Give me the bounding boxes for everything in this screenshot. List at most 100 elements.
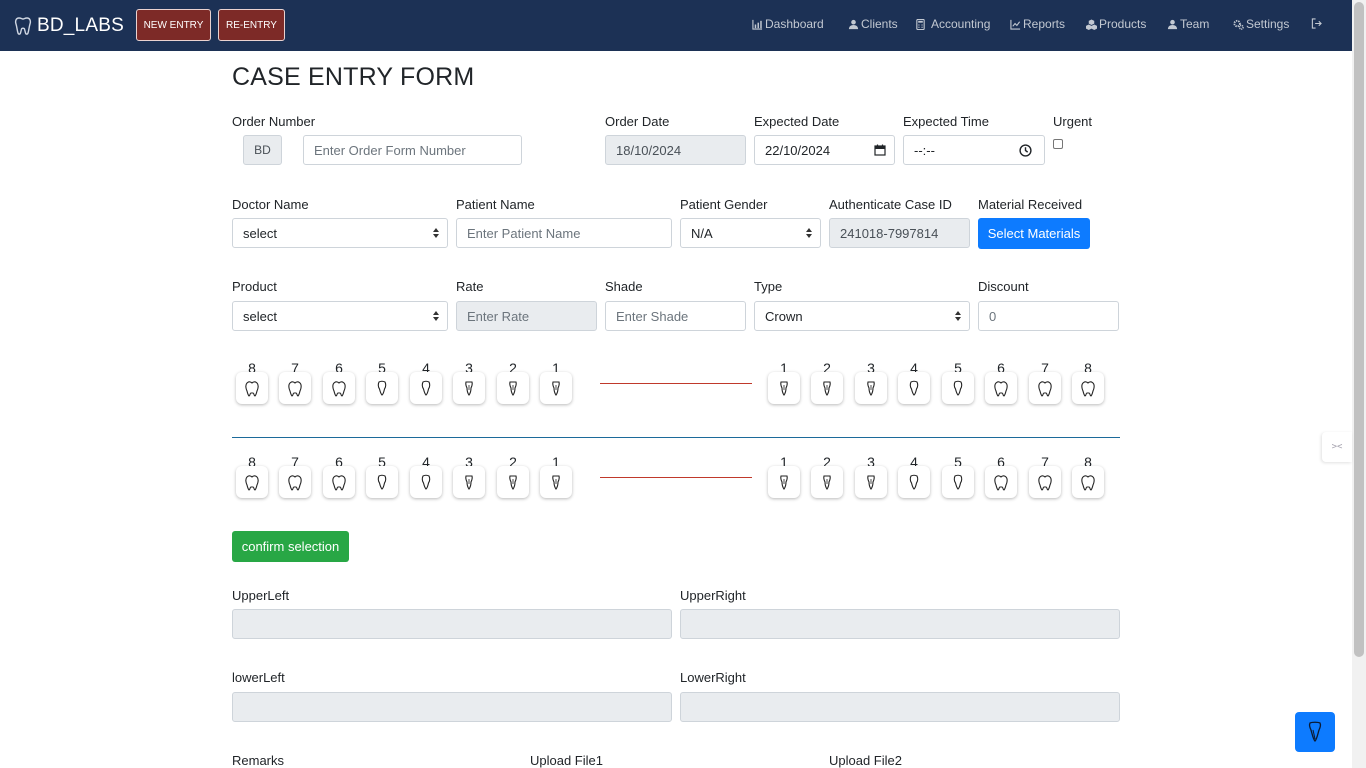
new-entry-button[interactable]: NEW ENTRY xyxy=(136,9,211,41)
re-entry-button[interactable]: RE-ENTRY xyxy=(218,9,285,41)
tooth-upper-right-2[interactable] xyxy=(811,372,843,404)
confirm-selection-button[interactable]: confirm selection xyxy=(232,531,349,562)
page-scrollbar-thumb[interactable] xyxy=(1354,2,1364,657)
product-select[interactable]: select xyxy=(232,301,448,331)
tooth-upper-right-8[interactable] xyxy=(1072,372,1104,404)
nav-accounting[interactable]: Accounting xyxy=(915,17,990,31)
tooth-lower-left-2[interactable] xyxy=(497,466,529,498)
cubes-icon xyxy=(1086,18,1097,30)
discount-input[interactable]: 0 xyxy=(978,301,1119,331)
nav-team[interactable]: Team xyxy=(1167,17,1209,31)
tooth-lower-right-7[interactable] xyxy=(1029,466,1061,498)
tooth-lower-right-6[interactable] xyxy=(985,466,1017,498)
tooth-lower-right-4[interactable] xyxy=(898,466,930,498)
expected-time-label: Expected Time xyxy=(903,114,989,129)
tooth-icon xyxy=(509,381,517,396)
tooth-lower-left-4[interactable] xyxy=(410,466,442,498)
expected-date-value: 22/10/2024 xyxy=(765,142,831,158)
clock-icon[interactable] xyxy=(1019,144,1032,157)
tooth-upper-right-7[interactable] xyxy=(1029,372,1061,404)
tooth-upper-left-5[interactable] xyxy=(366,372,398,404)
tooth-lower-left-5[interactable] xyxy=(366,466,398,498)
type-select[interactable]: Crown xyxy=(754,301,970,331)
tooth-icon xyxy=(245,381,259,397)
tooth-upper-right-5[interactable] xyxy=(942,372,974,404)
tooth-upper-left-2[interactable] xyxy=(497,372,529,404)
nav-settings[interactable]: Settings xyxy=(1233,17,1289,31)
tooth-upper-left-3[interactable] xyxy=(453,372,485,404)
tooth-icon xyxy=(1038,381,1052,397)
tooth-lower-left-8[interactable] xyxy=(236,466,268,498)
nav-reports[interactable]: Reports xyxy=(1010,17,1065,31)
tooth-upper-left-1[interactable] xyxy=(540,372,572,404)
tooth-icon xyxy=(332,475,346,491)
top-navbar: BD_LABS NEW ENTRY RE-ENTRY Dashboard Cli… xyxy=(0,0,1352,51)
patient-name-label: Patient Name xyxy=(456,197,535,212)
nav-clients[interactable]: Clients xyxy=(848,17,898,31)
nav-products-label: Products xyxy=(1099,17,1147,31)
nav-dashboard[interactable]: Dashboard xyxy=(752,17,824,31)
select-caret-icon xyxy=(433,311,439,321)
urgent-checkbox[interactable] xyxy=(1053,139,1063,149)
tooth-lower-right-1[interactable] xyxy=(768,466,800,498)
brand-link[interactable]: BD_LABS xyxy=(12,12,124,40)
tooth-icon xyxy=(421,380,431,396)
tooth-icon xyxy=(994,381,1008,397)
select-materials-button[interactable]: Select Materials xyxy=(978,218,1090,249)
order-number-input[interactable]: Enter Order Form Number xyxy=(303,135,522,165)
tooth-upper-left-8[interactable] xyxy=(236,372,268,404)
nav-accounting-label: Accounting xyxy=(931,17,991,31)
tooth-logo-icon xyxy=(14,17,32,35)
tooth-upper-right-4[interactable] xyxy=(898,372,930,404)
order-date-field: 18/10/2024 xyxy=(605,135,746,165)
doctor-name-select[interactable]: select xyxy=(232,218,448,248)
tooth-lower-left-3[interactable] xyxy=(453,466,485,498)
tooth-icon xyxy=(288,381,302,397)
tooth-upper-left-7[interactable] xyxy=(279,372,311,404)
tooth-lower-right-8[interactable] xyxy=(1072,466,1104,498)
tooth-icon xyxy=(909,474,919,490)
shade-input[interactable]: Enter Shade xyxy=(605,301,746,331)
tooth-icon xyxy=(1081,381,1095,397)
floating-tooth-button[interactable] xyxy=(1295,712,1335,752)
tooth-upper-left-6[interactable] xyxy=(323,372,355,404)
lower-left-label: lowerLeft xyxy=(232,670,285,685)
tooth-lower-right-5[interactable] xyxy=(942,466,974,498)
tooth-lower-left-6[interactable] xyxy=(323,466,355,498)
expected-date-input[interactable]: 22/10/2024 xyxy=(754,135,895,165)
tooth-upper-left-4[interactable] xyxy=(410,372,442,404)
order-number-prefix: BD xyxy=(243,135,282,165)
expected-time-input[interactable]: --:-- xyxy=(903,135,1045,165)
product-label: Product xyxy=(232,279,277,294)
lower-right-label: LowerRight xyxy=(680,670,746,685)
tooth-lower-left-7[interactable] xyxy=(279,466,311,498)
order-date-label: Order Date xyxy=(605,114,670,129)
nav-clients-label: Clients xyxy=(861,17,898,31)
patient-gender-select[interactable]: N/A xyxy=(680,218,821,248)
type-value: Crown xyxy=(765,308,803,324)
logout-button[interactable] xyxy=(1311,18,1324,29)
tooth-lower-right-3[interactable] xyxy=(855,466,887,498)
tooth-upper-right-3[interactable] xyxy=(855,372,887,404)
lower-midline xyxy=(600,477,752,478)
chart-icon xyxy=(752,19,763,30)
tooth-lower-right-2[interactable] xyxy=(811,466,843,498)
calendar-icon[interactable] xyxy=(874,144,886,156)
tooth-icon xyxy=(780,381,788,396)
patient-gender-value: N/A xyxy=(691,225,713,241)
lower-right-field xyxy=(680,692,1120,722)
side-widget-glyph: >< xyxy=(1331,442,1343,452)
side-widget-tab[interactable]: >< xyxy=(1322,432,1352,462)
tooth-icon xyxy=(332,381,346,397)
tooth-icon xyxy=(1038,475,1052,491)
tooth-upper-right-1[interactable] xyxy=(768,372,800,404)
tooth-icon xyxy=(552,381,560,396)
nav-products[interactable]: Products xyxy=(1086,17,1146,31)
case-id-label: Authenticate Case ID xyxy=(829,197,952,212)
tooth-icon xyxy=(465,475,473,490)
tooth-lower-left-1[interactable] xyxy=(540,466,572,498)
tooth-upper-right-6[interactable] xyxy=(985,372,1017,404)
brand-name: BD_LABS xyxy=(37,15,124,36)
discount-label: Discount xyxy=(978,279,1029,294)
patient-name-input[interactable]: Enter Patient Name xyxy=(456,218,672,248)
